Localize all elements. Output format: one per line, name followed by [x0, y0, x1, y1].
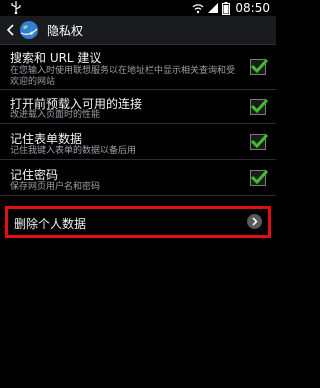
- setting-remember-form-data[interactable]: 记住表单数据 记住我键入表单的数据以备后用: [0, 124, 276, 160]
- chevron-left-icon: [7, 24, 14, 36]
- setting-title: 搜索和 URL 建议: [10, 51, 102, 65]
- checkmark-icon: [250, 58, 269, 74]
- battery-icon: [222, 1, 231, 15]
- action-bar: 隐私权: [0, 16, 276, 45]
- setting-search-url-suggestions[interactable]: 搜索和 URL 建议 在您输入时使用联想服务以在地址栏中显示相关查询和受欢迎的网…: [0, 44, 276, 90]
- signal-icon: [208, 3, 219, 13]
- checkbox[interactable]: [250, 98, 269, 115]
- checkbox[interactable]: [250, 133, 269, 150]
- setting-remember-passwords[interactable]: 记住密码 保存网页用户名和密码: [0, 160, 276, 196]
- back-button[interactable]: [7, 22, 17, 38]
- wifi-icon: [192, 4, 204, 14]
- setting-subtitle: 保存网页用户名和密码: [10, 182, 101, 192]
- setting-subtitle: 改进载入页面时的性能: [10, 110, 101, 120]
- settings-list: 搜索和 URL 建议 在您输入时使用联想服务以在地址栏中显示相关查询和受欢迎的网…: [0, 44, 276, 196]
- checkmark-icon: [250, 98, 269, 114]
- setting-preload-links[interactable]: 打开前预载入可用的连接 改进载入页面时的性能: [0, 90, 276, 124]
- page-title: 隐私权: [47, 23, 84, 38]
- checkmark-icon: [250, 169, 269, 185]
- delete-personal-data-label: 删除个人数据: [14, 217, 87, 231]
- checkbox[interactable]: [250, 169, 269, 186]
- checkbox[interactable]: [250, 58, 269, 75]
- chevron-right-icon: [247, 214, 262, 229]
- setting-subtitle: 记住我键入表单的数据以备后用: [10, 146, 137, 156]
- clock: 08:50: [235, 1, 270, 15]
- browser-globe-icon[interactable]: [19, 20, 39, 40]
- setting-subtitle: 在您输入时使用联想服务以在地址栏中显示相关查询和受欢迎的网站: [10, 66, 236, 87]
- usb-icon: [11, 1, 21, 14]
- setting-title: 记住密码: [10, 168, 59, 182]
- status-bar: 08:50: [0, 0, 276, 16]
- checkmark-icon: [250, 133, 269, 149]
- setting-title: 记住表单数据: [10, 132, 83, 146]
- delete-personal-data-item[interactable]: 删除个人数据: [5, 206, 271, 238]
